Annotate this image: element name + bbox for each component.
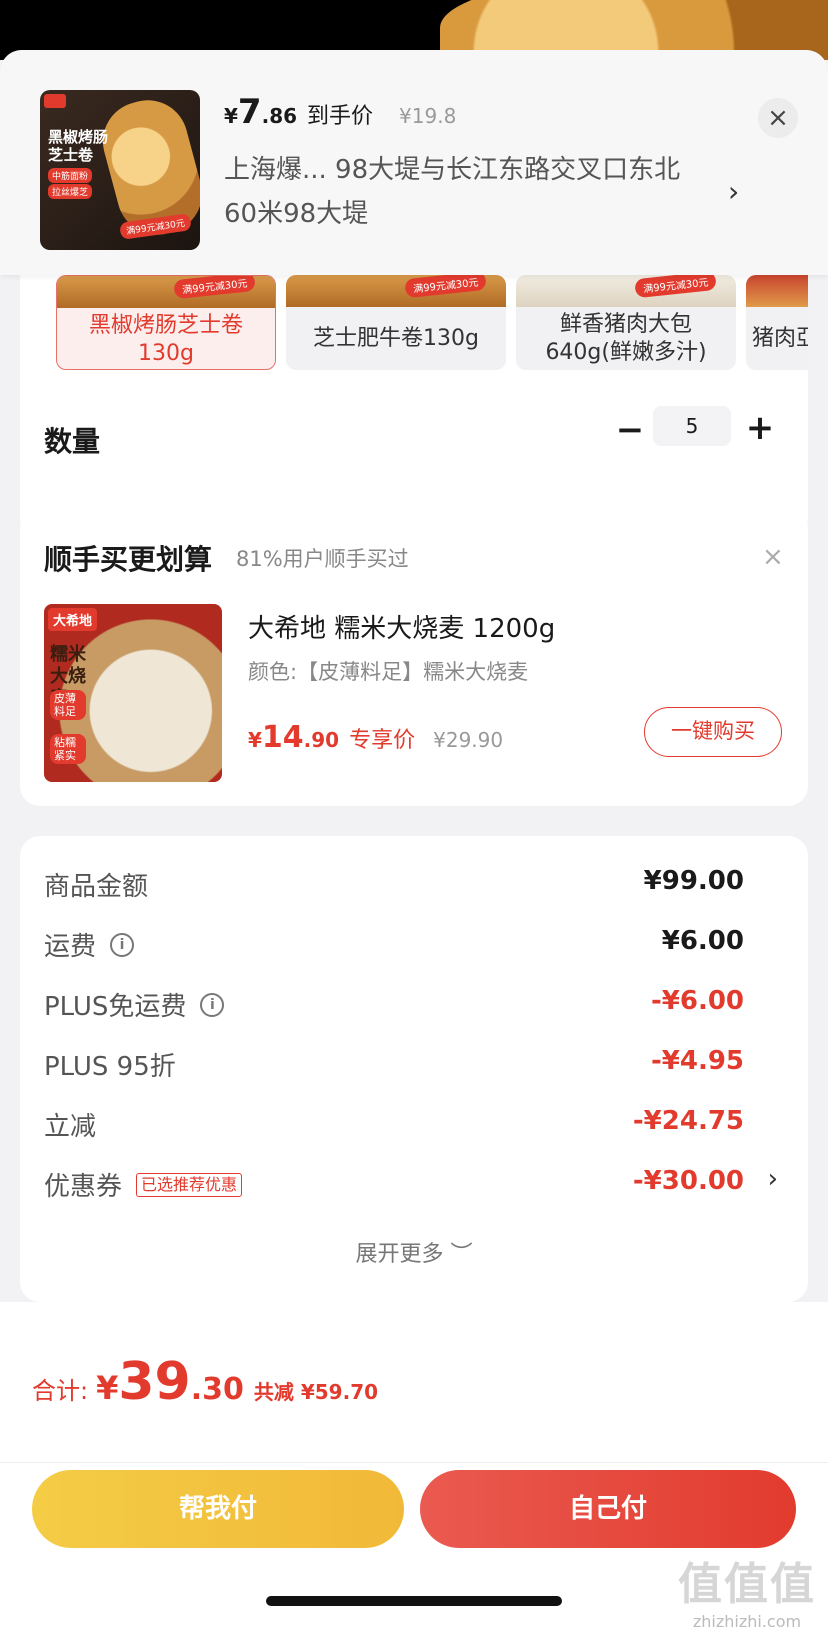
variant-label: 芝士肥牛卷130g bbox=[313, 325, 479, 351]
total-label: 合计: bbox=[32, 1377, 89, 1405]
upsell-title: 顺手买更划算 bbox=[44, 543, 213, 576]
currency-symbol: ¥ bbox=[224, 104, 238, 128]
original-price: ¥19.8 bbox=[399, 104, 457, 128]
total-integer: 39 bbox=[118, 1352, 191, 1412]
price-decimal: .90 bbox=[303, 728, 340, 752]
close-icon[interactable]: × bbox=[758, 98, 798, 138]
home-indicator bbox=[266, 1596, 562, 1606]
thumb-tag: 拉丝爆芝 bbox=[48, 184, 93, 199]
summary-value: -¥30.00 bbox=[632, 1166, 744, 1196]
upsell-card: 顺手买更划算 81%用户顺手买过 × 大希地 糯米大烧麦 皮薄料足 粘糯紧实 大… bbox=[20, 508, 808, 806]
summary-row: 立减 -¥24.75 bbox=[44, 1106, 784, 1146]
brand-logo bbox=[44, 94, 66, 108]
upsell-spec: 颜色:【皮薄料足】糯米大烧麦 bbox=[248, 660, 529, 684]
expand-more-button[interactable]: 展开更多 ︶ bbox=[20, 1236, 808, 1268]
summary-label: 优惠券 已选推荐优惠 bbox=[44, 1166, 243, 1203]
quantity-label: 数量 bbox=[44, 425, 101, 458]
currency-symbol: ¥ bbox=[248, 728, 262, 752]
price-summary-card: 商品金额 ¥99.00 运费 i ¥6.00 PLUS免运费 i -¥6.00 PL… bbox=[20, 836, 808, 1302]
price-label: 到手价 bbox=[307, 104, 374, 129]
upsell-product-name[interactable]: 大希地 糯米大烧麦 1200g bbox=[248, 608, 555, 645]
row-label: 运费 bbox=[44, 932, 97, 962]
summary-label: PLUS 95折 bbox=[44, 1046, 176, 1083]
variant-option[interactable]: 满99元减30元 鲜香猪肉大包640g(鲜嫩多汁) bbox=[516, 275, 736, 370]
upsell-subtitle: 81%用户顺手买过 bbox=[236, 547, 409, 571]
quantity-input[interactable]: 5 bbox=[653, 406, 731, 446]
pay-myself-button[interactable]: 自己付 bbox=[420, 1470, 796, 1548]
watermark: 值值值 zhizhizhi.com bbox=[672, 1548, 822, 1628]
upsell-price: ¥ 14 .90 专享价 ¥29.90 bbox=[248, 720, 503, 755]
variant-label: 猪肉亞 bbox=[752, 325, 808, 351]
total-decimal: .30 bbox=[190, 1372, 244, 1407]
info-icon[interactable]: i bbox=[110, 932, 135, 957]
summary-label: 立减 bbox=[44, 1106, 96, 1143]
quantity-minus-button[interactable]: − bbox=[612, 410, 648, 450]
variant-label: 鲜香猪肉大包640g(鲜嫩多汁) bbox=[545, 311, 707, 365]
summary-value: ¥99.00 bbox=[643, 866, 744, 896]
currency-symbol: ¥ bbox=[96, 1369, 119, 1407]
row-label: PLUS 95折 bbox=[44, 1052, 176, 1082]
summary-value: -¥24.75 bbox=[632, 1106, 744, 1136]
coupon-tag: 已选推荐优惠 bbox=[136, 1172, 243, 1197]
pay-for-me-button[interactable]: 帮我付 bbox=[32, 1470, 404, 1548]
thumb-tag: 中筋面粉 bbox=[48, 168, 93, 183]
original-price: ¥29.90 bbox=[433, 728, 504, 752]
summary-value: ¥6.00 bbox=[661, 926, 744, 956]
divider bbox=[0, 1462, 828, 1463]
coupon-row[interactable]: 优惠券 已选推荐优惠 -¥30.00 › bbox=[44, 1164, 784, 1206]
order-total: 合计: ¥ 39 .30 共减 ¥59.70 bbox=[32, 1352, 378, 1412]
summary-row: 运费 i ¥6.00 bbox=[44, 926, 784, 966]
summary-row: 商品金额 ¥99.00 bbox=[44, 866, 784, 906]
thumb-brand: 大希地 bbox=[48, 608, 98, 631]
product-header: 黑椒烤肠芝士卷 中筋面粉 拉丝爆芝 满99元减30元 ¥ 7 .86 到手价 ¥… bbox=[0, 50, 828, 275]
row-label: 商品金额 bbox=[44, 872, 149, 902]
watermark-logo: 值值值 bbox=[678, 1559, 816, 1610]
summary-value: -¥6.00 bbox=[650, 986, 744, 1016]
price-label: 专享价 bbox=[349, 728, 416, 753]
price-integer: 14 bbox=[261, 720, 304, 755]
price-decimal: .86 bbox=[261, 104, 298, 128]
summary-value: -¥4.95 bbox=[650, 1046, 744, 1076]
variant-option[interactable]: 满99元减30元 芝士肥牛卷130g bbox=[286, 275, 506, 370]
thumb-tag: 皮薄料足 bbox=[50, 690, 86, 720]
variant-option[interactable]: 猪肉亞 bbox=[746, 275, 808, 370]
product-thumbnail: 黑椒烤肠芝士卷 中筋面粉 拉丝爆芝 满99元减30元 bbox=[40, 90, 200, 250]
info-icon[interactable]: i bbox=[200, 992, 225, 1017]
summary-label: 运费 i bbox=[44, 926, 135, 963]
summary-row: PLUS免运费 i -¥6.00 bbox=[44, 986, 784, 1026]
close-icon[interactable]: × bbox=[762, 542, 784, 572]
row-label: 优惠券 bbox=[44, 1172, 123, 1202]
checkout-bar: 合计: ¥ 39 .30 共减 ¥59.70 帮我付 自己付 值值值 zhizh… bbox=[0, 1302, 828, 1628]
thumb-title: 黑椒烤肠芝士卷 bbox=[48, 128, 109, 164]
variant-image bbox=[746, 275, 808, 307]
watermark-url: zhizhizhi.com bbox=[692, 1612, 802, 1628]
row-label: 立减 bbox=[44, 1112, 97, 1142]
summary-label: 商品金额 bbox=[44, 866, 148, 903]
variant-option[interactable]: 满99元减30元 黑椒烤肠芝士卷130g bbox=[56, 275, 276, 370]
upsell-thumbnail[interactable]: 大希地 糯米大烧麦 皮薄料足 粘糯紧实 bbox=[44, 604, 222, 782]
variant-card: 满99元减30元 黑椒烤肠芝士卷130g 满99元减30元 芝士肥牛卷130g … bbox=[20, 230, 808, 537]
summary-row: PLUS 95折 -¥4.95 bbox=[44, 1046, 784, 1086]
thumb-tag: 粘糯紧实 bbox=[50, 734, 86, 764]
summary-label: PLUS免运费 i bbox=[44, 986, 225, 1023]
quantity-plus-button[interactable]: + bbox=[740, 408, 780, 448]
variant-label: 黑椒烤肠芝士卷130g bbox=[88, 312, 243, 366]
one-click-buy-button[interactable]: 一键购买 bbox=[644, 707, 782, 757]
total-savings: 共减 ¥59.70 bbox=[253, 1380, 379, 1404]
final-price: ¥ 7 .86 到手价 ¥19.8 bbox=[224, 92, 456, 132]
delivery-address[interactable]: 上海爆... 98大堤与长江东路交叉口东北60米98大堤 bbox=[224, 148, 694, 236]
variant-list[interactable]: 满99元减30元 黑椒烤肠芝士卷130g 满99元减30元 芝士肥牛卷130g … bbox=[56, 275, 808, 370]
row-label: PLUS免运费 bbox=[44, 992, 187, 1022]
chevron-right-icon[interactable]: › bbox=[728, 175, 739, 208]
chevron-right-icon[interactable]: › bbox=[768, 1164, 778, 1194]
price-integer: 7 bbox=[237, 92, 262, 132]
